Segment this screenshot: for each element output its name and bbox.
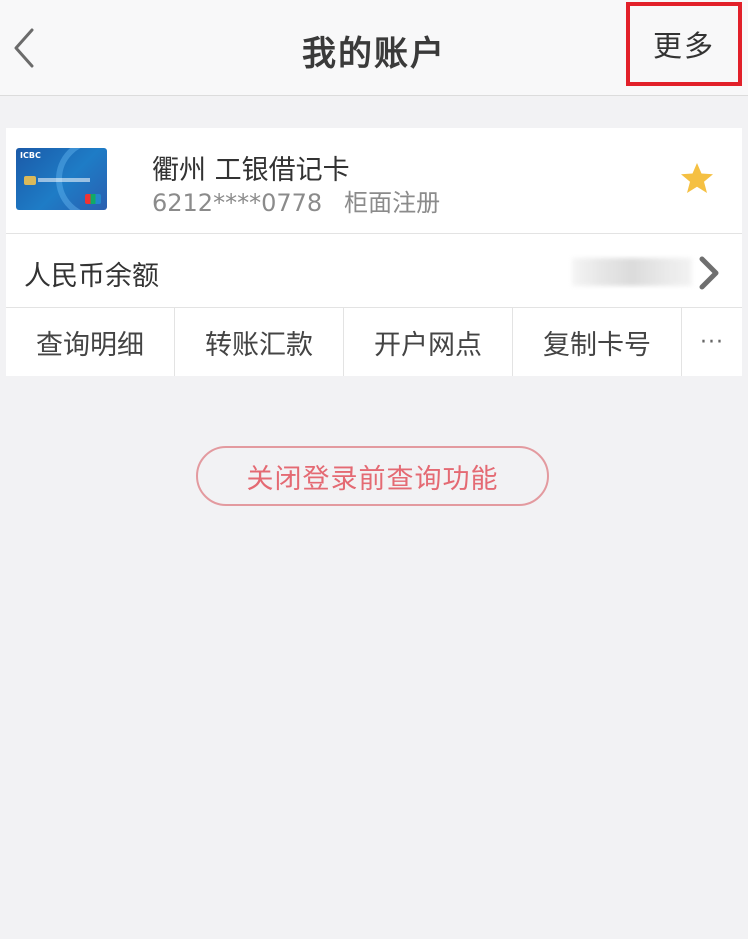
my-account-screen: 我的账户 更多 ICBC 衢州 工银借记卡 6212****0778 柜面注册 人…	[0, 0, 748, 939]
transfer-button[interactable]: 转账汇款	[175, 308, 344, 376]
chevron-right-icon	[699, 256, 719, 290]
navigation-bar: 我的账户 更多	[0, 0, 748, 96]
more-actions-button[interactable]: ···	[682, 308, 742, 376]
card-name: 衢州 工银借记卡	[152, 155, 350, 186]
close-prelogin-query-button[interactable]: 关闭登录前查询功能	[196, 446, 549, 506]
balance-label: 人民币余额	[24, 261, 159, 292]
query-details-button[interactable]: 查询明细	[6, 308, 175, 376]
card-details: 6212****0778 柜面注册	[152, 183, 440, 218]
more-button[interactable]: 更多	[626, 2, 742, 86]
card-registration: 柜面注册	[344, 189, 441, 217]
copy-card-number-button[interactable]: 复制卡号	[513, 308, 682, 376]
branch-locator-button[interactable]: 开户网点	[344, 308, 513, 376]
bank-card-image: ICBC	[16, 148, 107, 210]
quick-actions-bar: 查询明细 转账汇款 开户网点 复制卡号 ···	[6, 308, 742, 376]
rmb-balance-row[interactable]: 人民币余额	[6, 234, 742, 308]
star-icon[interactable]	[680, 162, 714, 194]
card-info-row[interactable]: ICBC 衢州 工银借记卡 6212****0778 柜面注册	[6, 128, 742, 234]
card-brand-text: ICBC	[20, 151, 41, 160]
balance-value-obscured	[572, 258, 692, 286]
card-number: 6212****0778	[152, 189, 323, 217]
account-card-panel: ICBC 衢州 工银借记卡 6212****0778 柜面注册 人民币余额 查询明…	[6, 128, 742, 376]
